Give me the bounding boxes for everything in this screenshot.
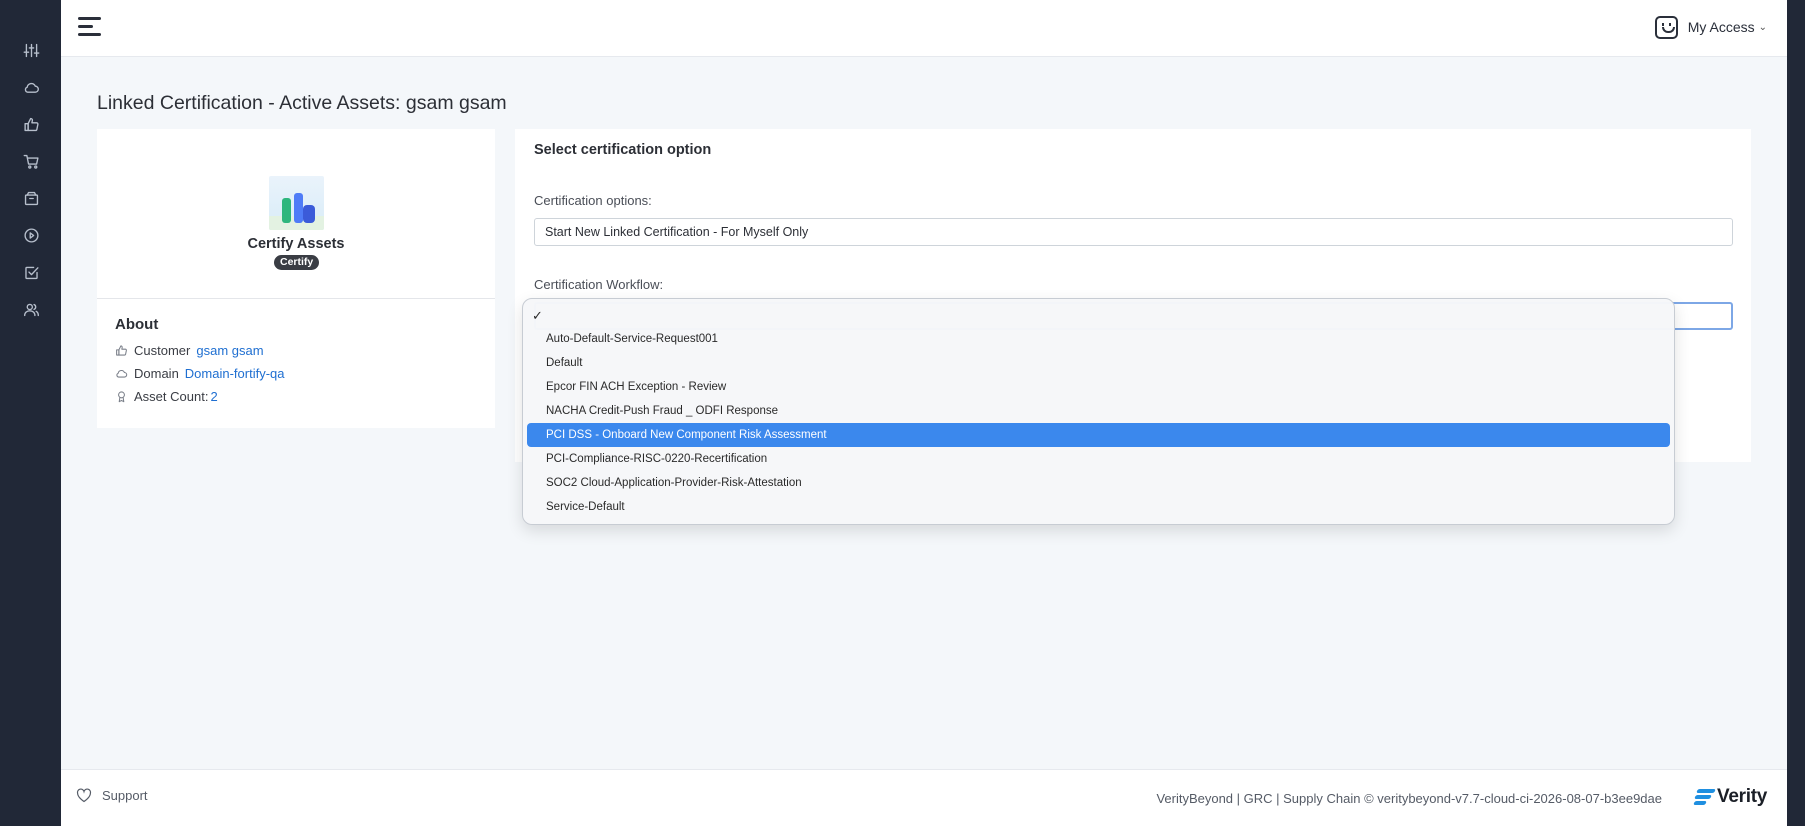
window-edge xyxy=(1787,0,1805,826)
verity-logo: Verity xyxy=(1693,786,1767,808)
about-title: About xyxy=(115,316,159,333)
domain-link[interactable]: Domain-fortify-qa xyxy=(185,366,285,381)
certificate-name: Certify Assets xyxy=(247,236,345,252)
sliders-icon[interactable] xyxy=(20,39,42,61)
asset-count-link[interactable]: 2 xyxy=(210,389,217,404)
heart-icon xyxy=(76,788,92,803)
box-icon[interactable] xyxy=(20,187,42,209)
support-label: Support xyxy=(102,788,148,803)
asset-count-label: Asset Count: xyxy=(134,389,209,404)
page-title: Linked Certification - Active Assets: gs… xyxy=(97,92,507,114)
selected-check-icon[interactable]: ✓ xyxy=(523,304,1674,327)
smiley-avatar-icon xyxy=(1654,15,1678,39)
cart-icon[interactable] xyxy=(20,150,42,172)
copyright-text: VerityBeyond | GRC | Supply Chain © veri… xyxy=(1156,791,1662,806)
brand-name: Verity xyxy=(1717,786,1767,807)
account-label: My Access xyxy=(1687,19,1755,35)
users-icon[interactable] xyxy=(20,298,42,320)
certification-options-select[interactable]: Start New Linked Certification - For Mys… xyxy=(534,218,1733,246)
menu-toggle-icon[interactable] xyxy=(78,17,102,37)
customer-label: Customer xyxy=(134,343,191,358)
workflow-option[interactable]: PCI-Compliance-RISC-0220-Recertification xyxy=(523,447,1674,471)
section-title: Select certification option xyxy=(534,142,712,158)
workflow-option[interactable]: Service-Default xyxy=(523,495,1674,519)
award-icon xyxy=(118,391,125,403)
footer: Support VerityBeyond | GRC | Supply Chai… xyxy=(61,769,1787,826)
workflow-option-highlighted[interactable]: PCI DSS - Onboard New Component Risk Ass… xyxy=(527,423,1670,447)
certificate-card: Certify Assets Certify About Customer gs… xyxy=(97,129,495,428)
workflow-option[interactable]: Epcor FIN ACH Exception - Review xyxy=(523,375,1674,399)
verity-logo-icon xyxy=(1693,788,1716,806)
certificate-header: Certify Assets Certify xyxy=(97,129,495,299)
certification-workflow-label: Certification Workflow: xyxy=(534,277,664,292)
about-section: About Customer gsam gsam Domain Domain-f… xyxy=(97,299,495,425)
thumbs-up-icon[interactable] xyxy=(20,113,42,135)
play-circle-icon[interactable] xyxy=(20,224,42,246)
certificate-badge: Certify xyxy=(274,255,320,270)
cloud-icon[interactable] xyxy=(20,76,42,98)
certification-options-label: Certification options: xyxy=(534,193,652,208)
customer-row: Customer gsam gsam xyxy=(115,339,477,362)
domain-label: Domain xyxy=(134,366,179,381)
top-bar: My Access ⌄ xyxy=(61,0,1787,57)
cloud-icon xyxy=(116,369,128,378)
workflow-option[interactable]: Default xyxy=(523,351,1674,375)
thumbs-up-icon xyxy=(116,345,127,356)
domain-row: Domain Domain-fortify-qa xyxy=(115,362,477,385)
workflow-dropdown-list: ✓ Auto-Default-Service-Request001 Defaul… xyxy=(522,298,1675,525)
support-link[interactable]: Support xyxy=(76,788,148,803)
chevron-down-icon: ⌄ xyxy=(1758,21,1767,33)
check-square-icon[interactable] xyxy=(20,261,42,283)
asset-count-row: Asset Count: 2 xyxy=(115,385,477,408)
workflow-option[interactable]: Auto-Default-Service-Request001 xyxy=(523,327,1674,351)
customer-link[interactable]: gsam gsam xyxy=(196,343,263,358)
my-access-menu[interactable]: My Access ⌄ xyxy=(1654,15,1767,39)
workflow-option[interactable]: SOC2 Cloud-Application-Provider-Risk-Att… xyxy=(523,471,1674,495)
workflow-option[interactable]: NACHA Credit-Push Fraud _ ODFI Response xyxy=(523,399,1674,423)
sidebar xyxy=(0,0,61,826)
certify-illustration xyxy=(269,176,324,230)
